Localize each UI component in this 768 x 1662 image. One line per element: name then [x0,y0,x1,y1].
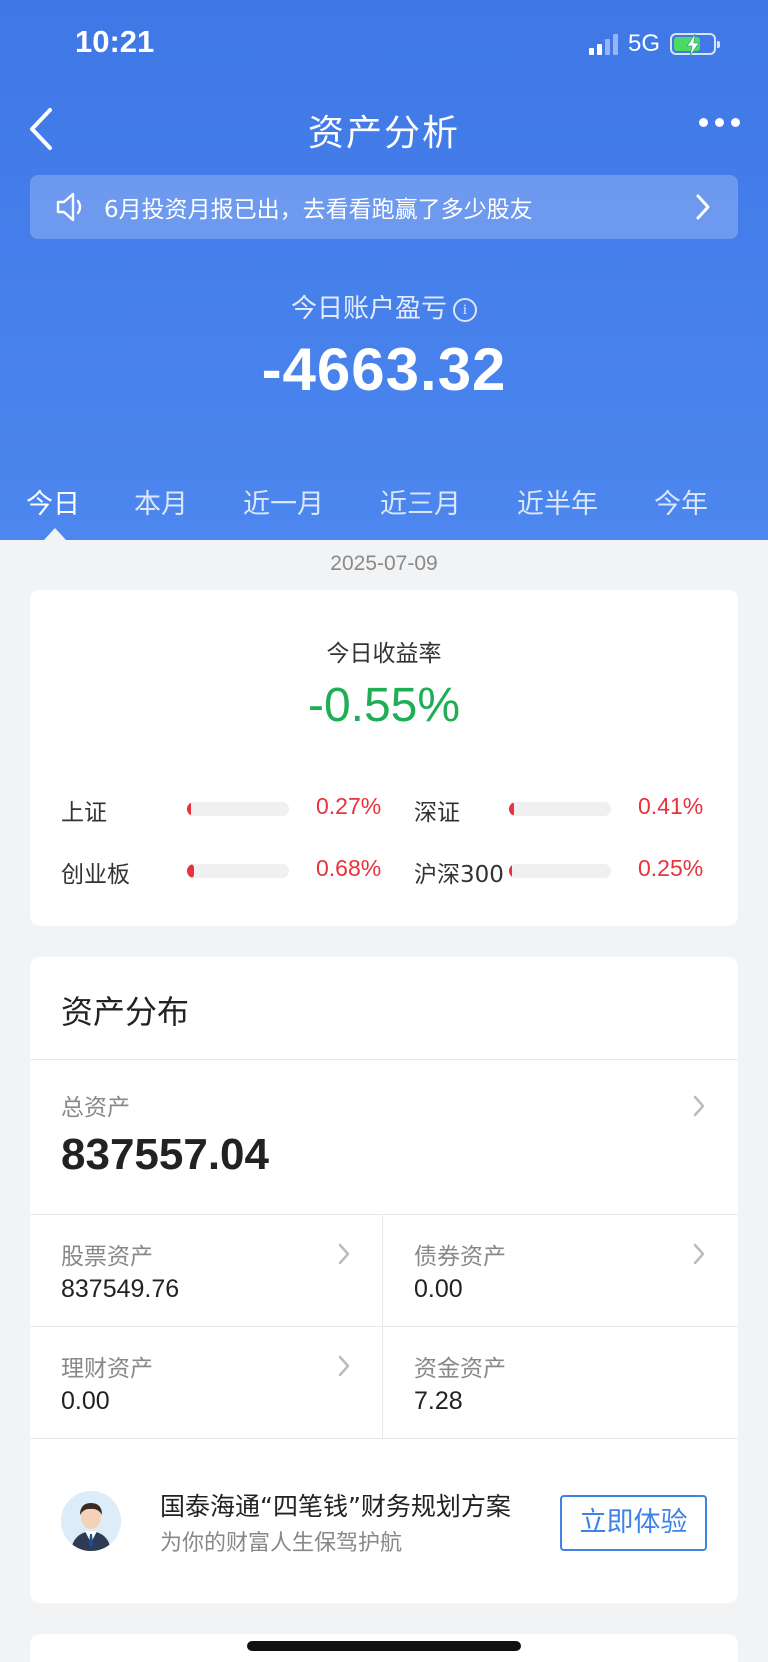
page-title: 资产分析 [307,113,460,154]
divider [30,1059,738,1060]
chevron-right-icon [338,1243,350,1265]
divider [30,1326,738,1327]
advisor-avatar [61,1491,121,1551]
cash-assets-value: 7.28 [414,1387,463,1415]
index-bar [187,864,289,878]
return-rate-card: 今日收益率 -0.55% 上证 0.27% 深证 0.41% 创业板 0.68%… [30,590,738,926]
promo-subtitle: 为你的财富人生保驾护航 [160,1531,403,1556]
speaker-icon [56,192,82,222]
header-background [0,0,768,540]
index-name: 上证 [61,800,107,826]
pnl-label-text: 今日账户盈亏 [290,294,447,324]
index-bar [509,802,611,816]
chevron-right-icon [338,1355,350,1377]
divider [382,1214,383,1438]
active-tab-indicator [44,528,66,540]
promo-title: 国泰海通“四笔钱”财务规划方案 [160,1492,511,1521]
index-name: 创业板 [61,862,130,888]
index-bar-fill [509,864,513,878]
more-dots-icon [699,118,708,127]
stock-assets-label: 股票资产 [61,1244,153,1270]
divider [30,1438,738,1439]
index-shanghai: 上证 0.27% [61,793,382,826]
try-now-button[interactable]: 立即体验 [560,1495,707,1551]
tab-last-6-months[interactable]: 近半年 [517,482,598,521]
asset-distribution-card: 资产分布 总资产 837557.04 股票资产 837549.76 债券资产 0… [30,957,738,1603]
return-rate-value: -0.55% [307,679,461,732]
chevron-right-icon [693,1095,705,1117]
index-bar [187,802,289,816]
index-value: 0.41% [638,793,704,819]
wealth-assets-value: 0.00 [61,1387,110,1415]
index-bar-fill [509,802,515,816]
bond-assets-value: 0.00 [414,1275,463,1303]
battery-icon [670,33,720,56]
notice-banner[interactable]: 6月投资月报已出，去看看跑赢了多少股友 [30,175,738,239]
divider [30,1214,738,1215]
total-assets-value: 837557.04 [61,1130,269,1179]
chevron-right-icon [696,194,710,220]
wealth-assets-label: 理财资产 [61,1356,153,1382]
index-value: 0.25% [638,855,704,881]
section-title: 资产分布 [61,993,190,1031]
signal-icon [588,33,618,55]
notice-text: 6月投资月报已出，去看看跑赢了多少股友 [104,197,533,223]
index-bar [509,864,611,878]
status-indicators: 5G [588,30,720,58]
index-name: 沪深300 [414,862,504,888]
pnl-label: 今日账户盈亏 i [0,288,768,325]
index-value: 0.68% [316,855,382,881]
more-button[interactable] [699,118,740,127]
tab-today[interactable]: 今日 [26,482,80,521]
index-chinext: 创业板 0.68% [61,855,382,888]
home-indicator[interactable] [247,1641,521,1651]
tab-last-3-months[interactable]: 近三月 [380,482,461,521]
tab-this-month[interactable]: 本月 [134,482,188,521]
tab-last-month[interactable]: 近一月 [243,482,324,521]
index-name: 深证 [414,800,460,826]
return-rate-label: 今日收益率 [326,641,442,667]
chevron-right-icon [693,1243,705,1265]
cash-assets-label: 资金资产 [414,1356,506,1382]
index-csi300: 沪深300 0.25% [414,855,734,888]
tab-this-year[interactable]: 今年 [654,482,708,521]
date-label: 2025-07-09 [330,552,438,575]
status-time: 10:21 [75,24,155,59]
index-bar-fill [187,864,195,878]
pnl-value: -4663.32 [261,336,507,403]
period-tabs: 今日 本月 近一月 近三月 近半年 今年 [0,482,768,540]
network-type: 5G [627,30,660,57]
stock-assets-value: 837549.76 [61,1275,180,1303]
index-value: 0.27% [316,793,382,819]
index-bar-fill [187,802,192,816]
bond-assets-label: 债券资产 [414,1244,506,1270]
info-icon[interactable]: i [453,297,477,322]
total-assets-label: 总资产 [61,1095,130,1121]
index-shenzhen: 深证 0.41% [414,793,734,826]
